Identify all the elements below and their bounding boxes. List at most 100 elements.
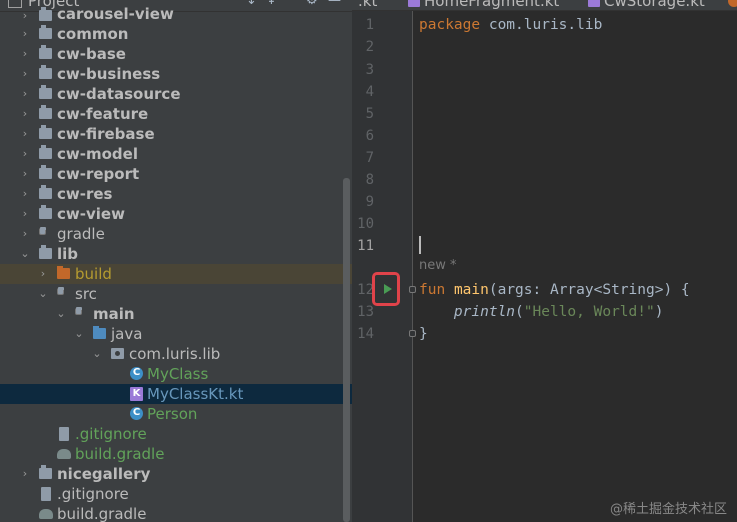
tree-item-myclasskt[interactable]: MyClassKt.kt [0, 384, 352, 404]
module-icon [39, 45, 52, 59]
tree-item-cw-firebase[interactable]: › cw-firebase [0, 124, 352, 144]
tree-item-src[interactable]: ⌄ src [0, 284, 352, 304]
line-number: 2 [365, 39, 374, 55]
code-vision-hint[interactable]: new * [419, 258, 457, 273]
tree-item-label: build.gradle [57, 505, 147, 522]
tab-label: CwStorage.kt [604, 0, 705, 10]
tree-item-person[interactable]: Person [0, 403, 352, 424]
code-text: ) [654, 304, 664, 320]
chevron-right-icon[interactable]: › [20, 124, 30, 144]
code-editor[interactable]: .kt HomeFragment.kt CwStorage.kt 1 2 3 4… [352, 0, 737, 522]
chevron-down-icon[interactable]: ⌄ [74, 324, 84, 344]
editor-tab[interactable]: .kt [358, 0, 377, 10]
tree-item-label: main [93, 305, 135, 323]
source-folder-icon [93, 326, 106, 339]
tree-item-label: cw-view [57, 205, 125, 223]
module-icon [39, 65, 52, 79]
chevron-right-icon[interactable]: › [20, 6, 30, 26]
tree-item-package[interactable]: ⌄ com.luris.lib [0, 344, 352, 364]
editor-tab[interactable]: CwStorage.kt [588, 0, 705, 10]
chevron-right-icon[interactable]: › [20, 24, 30, 44]
tab-label: HomeFragment.kt [424, 0, 560, 10]
project-scrollbar[interactable] [343, 178, 350, 522]
kotlin-file-icon [588, 0, 600, 7]
tree-item-label: carousel-view [57, 5, 174, 23]
line-number-current: 11 [357, 238, 374, 254]
class-icon [130, 363, 143, 383]
tree-item-gradle[interactable]: › gradle [0, 224, 352, 244]
code-text: : Array<String>) { [532, 282, 690, 298]
chevron-right-icon[interactable]: › [20, 204, 30, 224]
gradle-icon [39, 509, 53, 519]
tree-item-gitignore-root[interactable]: .gitignore [0, 484, 352, 504]
tree-item-build-gradle-root[interactable]: build.gradle [0, 504, 352, 522]
run-icon[interactable] [384, 284, 392, 294]
chevron-right-icon[interactable]: › [20, 84, 30, 104]
editor-tab[interactable] [728, 0, 737, 10]
tree-item-main[interactable]: ⌄ main [0, 304, 352, 324]
chevron-down-icon[interactable]: ⌄ [38, 284, 48, 304]
chevron-right-icon[interactable]: › [20, 44, 30, 64]
tree-item-common[interactable]: › common [0, 24, 352, 44]
folder-icon [57, 266, 70, 279]
tree-item-build-gradle-lib[interactable]: build.gradle [0, 444, 352, 464]
chevron-right-icon[interactable]: › [20, 164, 30, 184]
tree-item-cw-res[interactable]: › cw-res [0, 184, 352, 204]
chevron-down-icon[interactable]: ⌄ [92, 344, 102, 364]
chevron-right-icon[interactable]: › [38, 264, 48, 284]
tree-item-label: cw-report [57, 165, 140, 183]
line-number: 8 [365, 172, 374, 188]
module-icon [39, 185, 52, 199]
tree-item-cw-view[interactable]: › cw-view [0, 204, 352, 224]
tree-item-cw-feature[interactable]: › cw-feature [0, 104, 352, 124]
file-icon [41, 487, 51, 501]
chevron-right-icon[interactable]: › [20, 64, 30, 84]
code-function-name: main [453, 282, 489, 298]
package-icon [111, 348, 124, 359]
code-parameter: args [497, 282, 533, 298]
code-text: ( [488, 282, 498, 298]
tree-item-cw-report[interactable]: › cw-report [0, 164, 352, 184]
line-number: 6 [365, 128, 374, 144]
tree-item-label: MyClassKt.kt [147, 385, 244, 403]
line-number: 5 [365, 106, 374, 122]
fold-marker-icon[interactable] [409, 330, 416, 337]
tree-item-java[interactable]: ⌄ java [0, 324, 352, 344]
tree-item-label: com.luris.lib [129, 345, 221, 363]
tree-item-gitignore-lib[interactable]: .gitignore [0, 424, 352, 444]
tree-item-label: MyClass [147, 365, 209, 383]
tab-label: .kt [358, 0, 378, 10]
chevron-down-icon[interactable]: ⌄ [56, 304, 66, 324]
editor-tab[interactable]: HomeFragment.kt [408, 0, 559, 10]
tree-item-cw-business[interactable]: › cw-business [0, 64, 352, 84]
line-number: 1 [365, 17, 374, 33]
code-text: } [419, 326, 428, 342]
tree-item-label: cw-res [57, 185, 113, 203]
chevron-down-icon[interactable]: ⌄ [20, 244, 30, 264]
tree-item-label: Person [147, 405, 198, 423]
chevron-right-icon[interactable]: › [20, 224, 30, 244]
tree-item-lib[interactable]: ⌄ lib [0, 244, 352, 264]
tree-item-myclass[interactable]: MyClass [0, 363, 352, 384]
module-icon [39, 25, 52, 39]
code-line: fun main(args: Array<String>) { [419, 279, 690, 301]
tree-item-partial[interactable]: › carousel-view [0, 5, 352, 26]
tree-item-label: cw-business [57, 65, 161, 83]
tree-item-cw-model[interactable]: › cw-model [0, 144, 352, 164]
module-icon [39, 7, 52, 21]
code-text: ( [515, 304, 524, 320]
project-panel: Project ⇟ ⇞ ⚙ — › carousel-view › common… [0, 0, 352, 522]
fold-marker-icon[interactable] [409, 286, 416, 293]
chevron-right-icon[interactable]: › [20, 464, 30, 484]
tree-item-label: .gitignore [57, 485, 129, 503]
tree-item-nicegallery[interactable]: › nicegallery [0, 464, 352, 484]
tree-item-cw-base[interactable]: › cw-base [0, 44, 352, 64]
code-function-call: println [453, 304, 516, 320]
chevron-right-icon[interactable]: › [20, 184, 30, 204]
gradle-icon [57, 449, 71, 459]
chevron-right-icon[interactable]: › [20, 104, 30, 124]
tree-item-build[interactable]: › build [0, 264, 352, 284]
chevron-right-icon[interactable]: › [20, 144, 30, 164]
run-gutter-button[interactable] [372, 272, 400, 306]
tree-item-cw-datasource[interactable]: › cw-datasource [0, 84, 352, 104]
